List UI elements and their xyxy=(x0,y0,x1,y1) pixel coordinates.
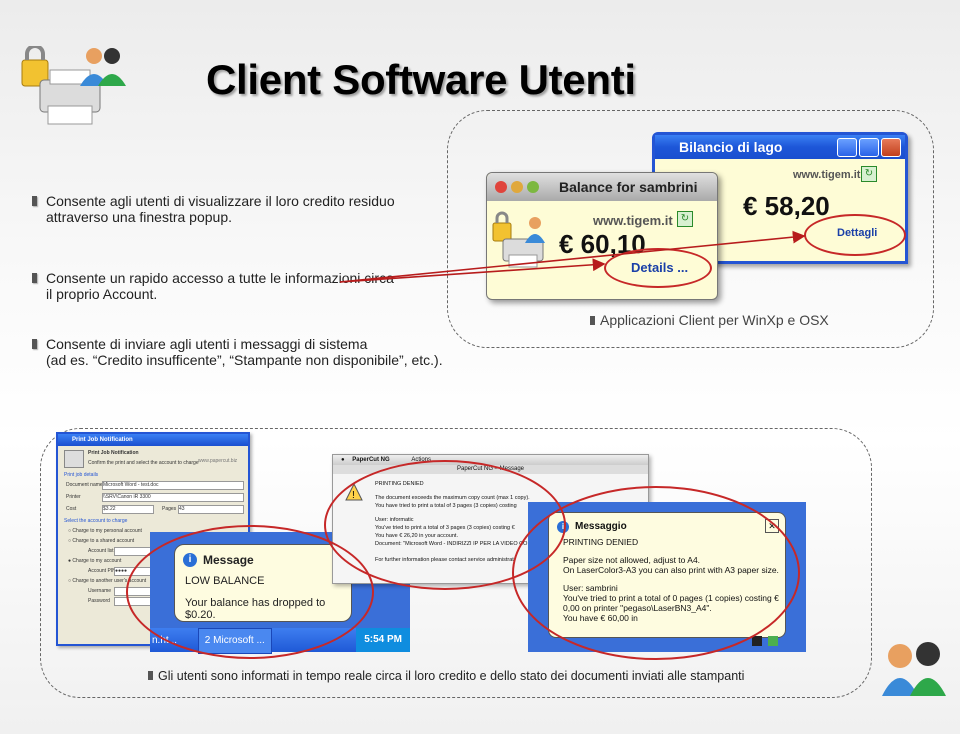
printer-field: \\SRV\Canon iR 3300 xyxy=(102,493,244,502)
document-name-field: Microsoft Word - test.doc xyxy=(102,481,244,490)
caption-text: Applicazioni Client per WinXp e OSX xyxy=(600,312,829,328)
caption-text: Gli utenti sono informati in tempo reale… xyxy=(158,669,745,683)
cost-field: $3.22 xyxy=(102,505,154,514)
users-icon xyxy=(880,640,950,698)
clock: 5:54 PM xyxy=(364,634,402,645)
mac-menu-bar: ● PaperCut NG Actions xyxy=(333,455,648,465)
field-label: Pages xyxy=(162,506,177,512)
radio-shared[interactable]: ○ Charge to a shared account xyxy=(68,538,134,544)
bullet-marker xyxy=(148,671,153,680)
caption-client-apps: Applicazioni Client per WinXp e OSX xyxy=(590,312,829,328)
window-title: Print Job Notification xyxy=(58,434,248,446)
section-label: Print job details xyxy=(64,472,99,478)
bullet-marker xyxy=(590,316,595,325)
field-value: $3.22 xyxy=(103,506,116,512)
option-label: Charge to my account xyxy=(72,558,122,564)
menu-app-name[interactable]: PaperCut NG xyxy=(352,457,389,463)
dialog-header: Print Job Notification xyxy=(88,450,139,456)
dialog-subtitle: Confirm the print and select the account… xyxy=(88,460,199,466)
tray-icon[interactable] xyxy=(752,636,762,646)
footer-url: www.papercut.biz xyxy=(198,458,238,464)
field-value: ●●●● xyxy=(115,568,128,574)
system-tray: 5:54 PM xyxy=(356,628,410,652)
field-label: Cost xyxy=(66,506,77,512)
field-label: Document name xyxy=(66,482,103,488)
field-value: 43 xyxy=(179,506,185,512)
account-pin-label: Account PIN xyxy=(88,568,116,574)
radio-my-account[interactable]: ● Charge to my account xyxy=(68,558,121,564)
pages-field: 43 xyxy=(178,505,244,514)
radio-personal[interactable]: ○ Charge to my personal account xyxy=(68,528,142,534)
caption-notifications: Gli utenti sono informati in tempo reale… xyxy=(148,669,744,683)
password-label: Password xyxy=(88,598,110,604)
apple-icon[interactable]: ● xyxy=(341,457,345,463)
tray-icon[interactable] xyxy=(768,636,778,646)
section-label: Select the account to charge xyxy=(64,518,128,524)
highlight-ellipse xyxy=(512,486,800,660)
option-label: Charge to my personal account xyxy=(72,528,142,534)
field-value: \\SRV\Canon iR 3300 xyxy=(103,494,151,500)
option-label: Charge to a shared account xyxy=(72,538,135,544)
printer-icon xyxy=(64,450,84,468)
account-list-label: Account list xyxy=(88,548,114,554)
field-label: Printer xyxy=(66,494,81,500)
field-value: Microsoft Word - test.doc xyxy=(103,482,159,488)
username-label: Username xyxy=(88,588,112,594)
